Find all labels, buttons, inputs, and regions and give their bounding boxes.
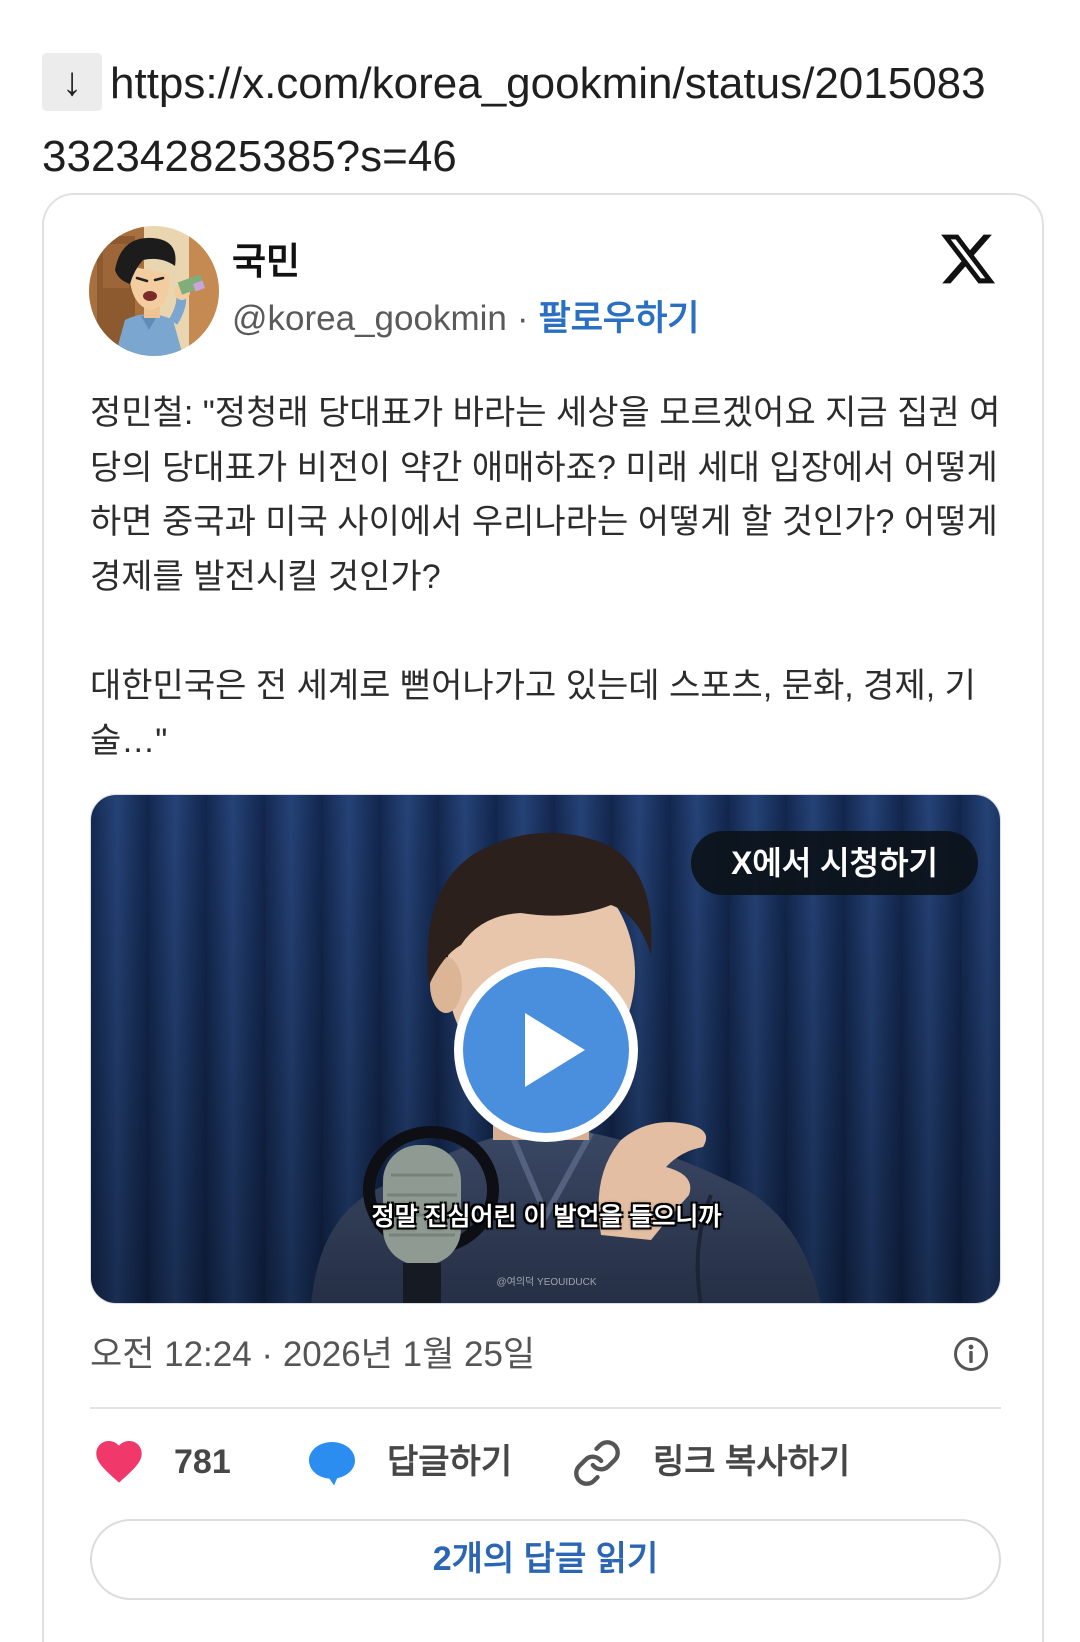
heart-icon[interactable] [96, 1441, 142, 1483]
speech-bubble-icon[interactable] [306, 1439, 358, 1487]
separator-dot: · [516, 299, 529, 338]
download-arrow-icon[interactable]: ↓ [42, 53, 102, 112]
shared-url[interactable]: ↓ https://x.com/korea_gookmin/status/2015… [42, 47, 997, 193]
play-icon[interactable] [453, 957, 639, 1143]
tweet-paragraph: 대한민국은 전 세계로 뻗어나가고 있는데 스포츠, 문화, 경제, 기술…" [90, 666, 976, 760]
follow-button[interactable]: 팔로우하기 [539, 299, 700, 338]
video-watermark: @여의덕 YEOUIDUCK [496, 1277, 597, 1288]
tweet-body: 정민철: "정청래 당대표가 바라는 세상을 모르겠어요 지금 집권 여당의 당… [90, 386, 1001, 768]
copy-link-button[interactable]: 링크 복사하기 [653, 1440, 850, 1484]
tweet-timestamp[interactable]: 오전 12:24 · 2026년 1월 25일 [90, 1333, 535, 1377]
url-text[interactable]: https://x.com/korea_gookmin/status/20150… [42, 59, 986, 181]
info-icon[interactable] [953, 1336, 989, 1372]
author-handle-row: @korea_gookmin · 팔로우하기 [232, 297, 700, 341]
avatar[interactable] [89, 226, 219, 356]
author-handle[interactable]: @korea_gookmin [232, 299, 507, 338]
x-logo-icon[interactable] [938, 229, 998, 289]
divider [90, 1407, 1001, 1409]
tweet-embed-card: 국민 @korea_gookmin · 팔로우하기 정민철: "정청래 당대표가 바… [42, 193, 1044, 1642]
reply-button[interactable]: 답글하기 [387, 1440, 512, 1484]
video-player[interactable]: X에서 시청하기 정말 진심어린 이 발언을 들으니까 @여의덕 YEOUIDU… [90, 794, 1001, 1304]
like-count[interactable]: 781 [174, 1440, 231, 1484]
watch-on-x-button[interactable]: X에서 시청하기 [691, 831, 978, 895]
author-name[interactable]: 국민 [232, 240, 300, 284]
cartoon-avatar-image [89, 226, 219, 356]
tweet-paragraph: 정민철: "정청래 당대표가 바라는 세상을 모르겠어요 지금 집권 여당의 당… [90, 394, 1001, 596]
link-icon[interactable] [572, 1438, 622, 1488]
video-subtitle: 정말 진심어린 이 발언을 들으니까 [371, 1203, 722, 1231]
read-replies-button[interactable]: 2개의 답글 읽기 [90, 1519, 1001, 1600]
